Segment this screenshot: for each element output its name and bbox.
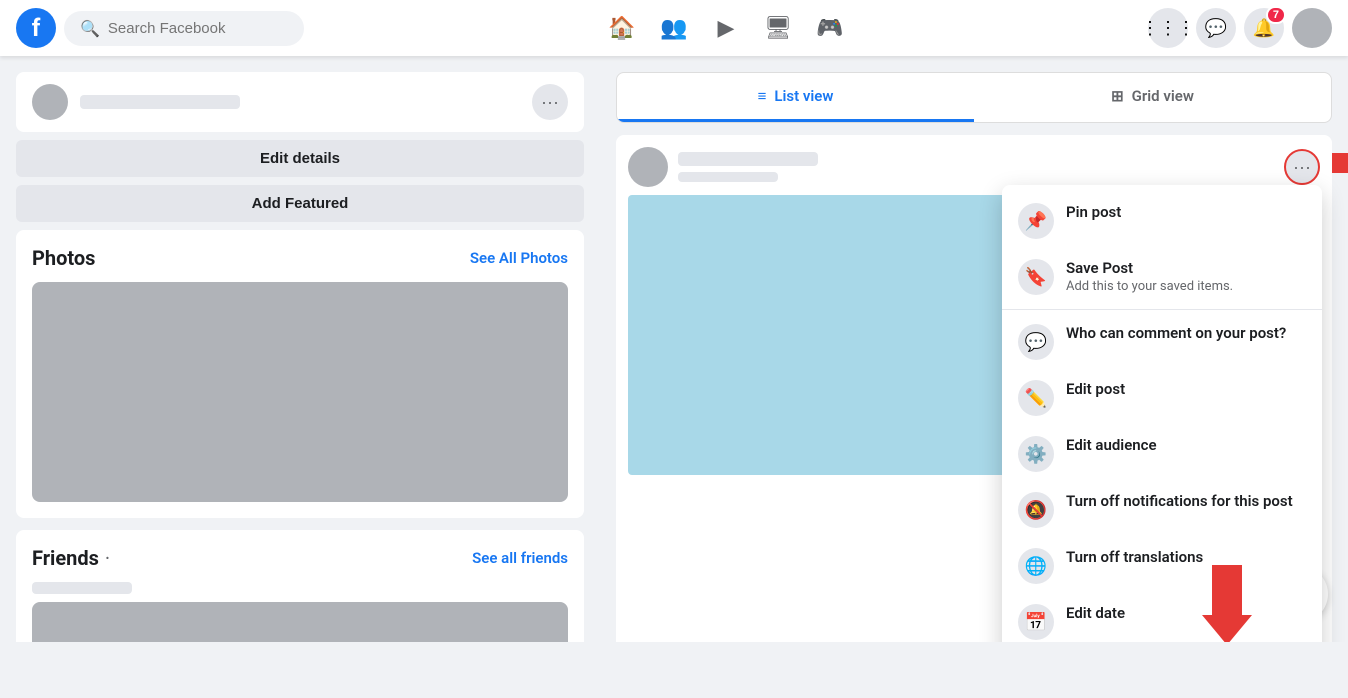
nav-right: ⋮⋮⋮ 💬 🔔 7 xyxy=(1148,8,1332,48)
post-card: ··· 📌 Pin post 🔖 Save Post Add this to y… xyxy=(616,135,1332,642)
edit-pen-icon: ✏️ xyxy=(1018,380,1054,416)
nav-marketplace-button[interactable]: 🖥 xyxy=(754,4,802,52)
post-more-options-button[interactable]: ··· xyxy=(1284,149,1320,185)
list-view-label: List view xyxy=(774,87,833,105)
edit-details-button[interactable]: Edit details xyxy=(16,140,584,177)
search-input[interactable] xyxy=(108,20,288,37)
user-avatar[interactable] xyxy=(1292,8,1332,48)
left-sidebar: ··· Edit details Add Featured Photos See… xyxy=(0,56,600,642)
nav-left: f 🔍 xyxy=(16,8,304,48)
pin-post-text: Pin post xyxy=(1066,203,1306,221)
save-post-subtitle: Add this to your saved items. xyxy=(1066,279,1306,294)
search-icon: 🔍 xyxy=(80,19,100,38)
menu-edit-date[interactable]: 📅 Edit date xyxy=(1002,594,1322,642)
profile-name-placeholder xyxy=(80,95,240,109)
menu-turn-off-translations[interactable]: 🌐 Turn off translations xyxy=(1002,538,1322,594)
who-comment-label: Who can comment on your post? xyxy=(1066,324,1306,342)
post-context-menu: 📌 Pin post 🔖 Save Post Add this to your … xyxy=(1002,185,1322,642)
main-content: ··· Edit details Add Featured Photos See… xyxy=(0,56,1348,642)
list-view-icon: ≡ xyxy=(758,87,767,105)
friends-title: Friends xyxy=(32,546,99,570)
post-time-placeholder xyxy=(678,172,778,182)
view-tabs: ≡ List view ⊞ Grid view xyxy=(616,72,1332,123)
friends-title-area: Friends · xyxy=(32,546,110,570)
notification-badge: 7 xyxy=(1266,6,1286,24)
menu-save-post[interactable]: 🔖 Save Post Add this to your saved items… xyxy=(1002,249,1322,305)
photos-section: Photos See All Photos xyxy=(16,230,584,518)
menu-edit-post[interactable]: ✏️ Edit post xyxy=(1002,370,1322,426)
profile-avatar-small xyxy=(32,84,68,120)
menu-who-can-comment[interactable]: 💬 Who can comment on your post? xyxy=(1002,314,1322,370)
turn-off-notif-text: Turn off notifications for this post xyxy=(1066,492,1306,510)
edit-post-label: Edit post xyxy=(1066,380,1306,398)
see-all-photos-link[interactable]: See All Photos xyxy=(470,249,568,267)
comment-icon: 💬 xyxy=(1018,324,1054,360)
translation-icon: 🌐 xyxy=(1018,548,1054,584)
edit-date-text: Edit date xyxy=(1066,604,1306,622)
turn-off-trans-label: Turn off translations xyxy=(1066,548,1306,566)
red-arrow-right-indicator xyxy=(1332,143,1348,187)
photos-placeholder xyxy=(32,282,568,502)
pin-icon: 📌 xyxy=(1018,203,1054,239)
menu-divider-1 xyxy=(1002,309,1322,310)
profile-top-bar: ··· xyxy=(16,72,584,132)
save-post-label: Save Post xyxy=(1066,259,1306,277)
profile-more-options-button[interactable]: ··· xyxy=(532,84,568,120)
friends-dot: · xyxy=(105,546,110,570)
pin-post-label: Pin post xyxy=(1066,203,1306,221)
menu-pin-post[interactable]: 📌 Pin post xyxy=(1002,193,1322,249)
friends-header: Friends · See all friends xyxy=(32,546,568,570)
tab-grid-view[interactable]: ⊞ Grid view xyxy=(974,73,1331,122)
calendar-icon: 📅 xyxy=(1018,604,1054,640)
edit-date-label: Edit date xyxy=(1066,604,1306,622)
grid-view-label: Grid view xyxy=(1132,87,1194,105)
post-author-name-placeholder xyxy=(678,152,818,166)
messenger-button[interactable]: 💬 xyxy=(1196,8,1236,48)
turn-off-trans-text: Turn off translations xyxy=(1066,548,1306,566)
audience-icon: ⚙️ xyxy=(1018,436,1054,472)
post-header-left xyxy=(628,147,818,187)
nav-friends-button[interactable]: 👥 xyxy=(650,4,698,52)
profile-info xyxy=(32,84,240,120)
edit-audience-label: Edit audience xyxy=(1066,436,1306,454)
notification-off-icon: 🔕 xyxy=(1018,492,1054,528)
photos-title: Photos xyxy=(32,246,95,270)
nav-center: 🏠 👥 ▶ 🖥 🎮 xyxy=(598,4,854,52)
menu-edit-audience[interactable]: ⚙️ Edit audience xyxy=(1002,426,1322,482)
photos-header: Photos See All Photos xyxy=(32,246,568,270)
turn-off-notif-label: Turn off notifications for this post xyxy=(1066,492,1306,510)
save-icon: 🔖 xyxy=(1018,259,1054,295)
right-panel: ≡ List view ⊞ Grid view ··· xyxy=(600,56,1348,642)
edit-audience-text: Edit audience xyxy=(1066,436,1306,454)
friend-photo-placeholder xyxy=(32,602,568,642)
apps-button[interactable]: ⋮⋮⋮ xyxy=(1148,8,1188,48)
menu-turn-off-notifications[interactable]: 🔕 Turn off notifications for this post xyxy=(1002,482,1322,538)
tab-list-view[interactable]: ≡ List view xyxy=(617,73,974,122)
see-all-friends-link[interactable]: See all friends xyxy=(472,549,568,567)
who-comment-text: Who can comment on your post? xyxy=(1066,324,1306,342)
post-author-avatar xyxy=(628,147,668,187)
post-header: ··· xyxy=(628,147,1320,187)
friends-section: Friends · See all friends xyxy=(16,530,584,642)
nav-home-button[interactable]: 🏠 xyxy=(598,4,646,52)
add-featured-button[interactable]: Add Featured xyxy=(16,185,584,222)
nav-watch-button[interactable]: ▶ xyxy=(702,4,750,52)
grid-view-icon: ⊞ xyxy=(1111,87,1124,105)
nav-gaming-button[interactable]: 🎮 xyxy=(806,4,854,52)
friend-name-placeholder xyxy=(32,582,132,594)
post-author-info xyxy=(678,152,818,182)
top-navigation: f 🔍 🏠 👥 ▶ 🖥 🎮 ⋮⋮⋮ 💬 🔔 7 xyxy=(0,0,1348,56)
save-post-text: Save Post Add this to your saved items. xyxy=(1066,259,1306,294)
edit-post-text: Edit post xyxy=(1066,380,1306,398)
search-bar-container[interactable]: 🔍 xyxy=(64,11,304,46)
notifications-button[interactable]: 🔔 7 xyxy=(1244,8,1284,48)
facebook-logo: f xyxy=(16,8,56,48)
